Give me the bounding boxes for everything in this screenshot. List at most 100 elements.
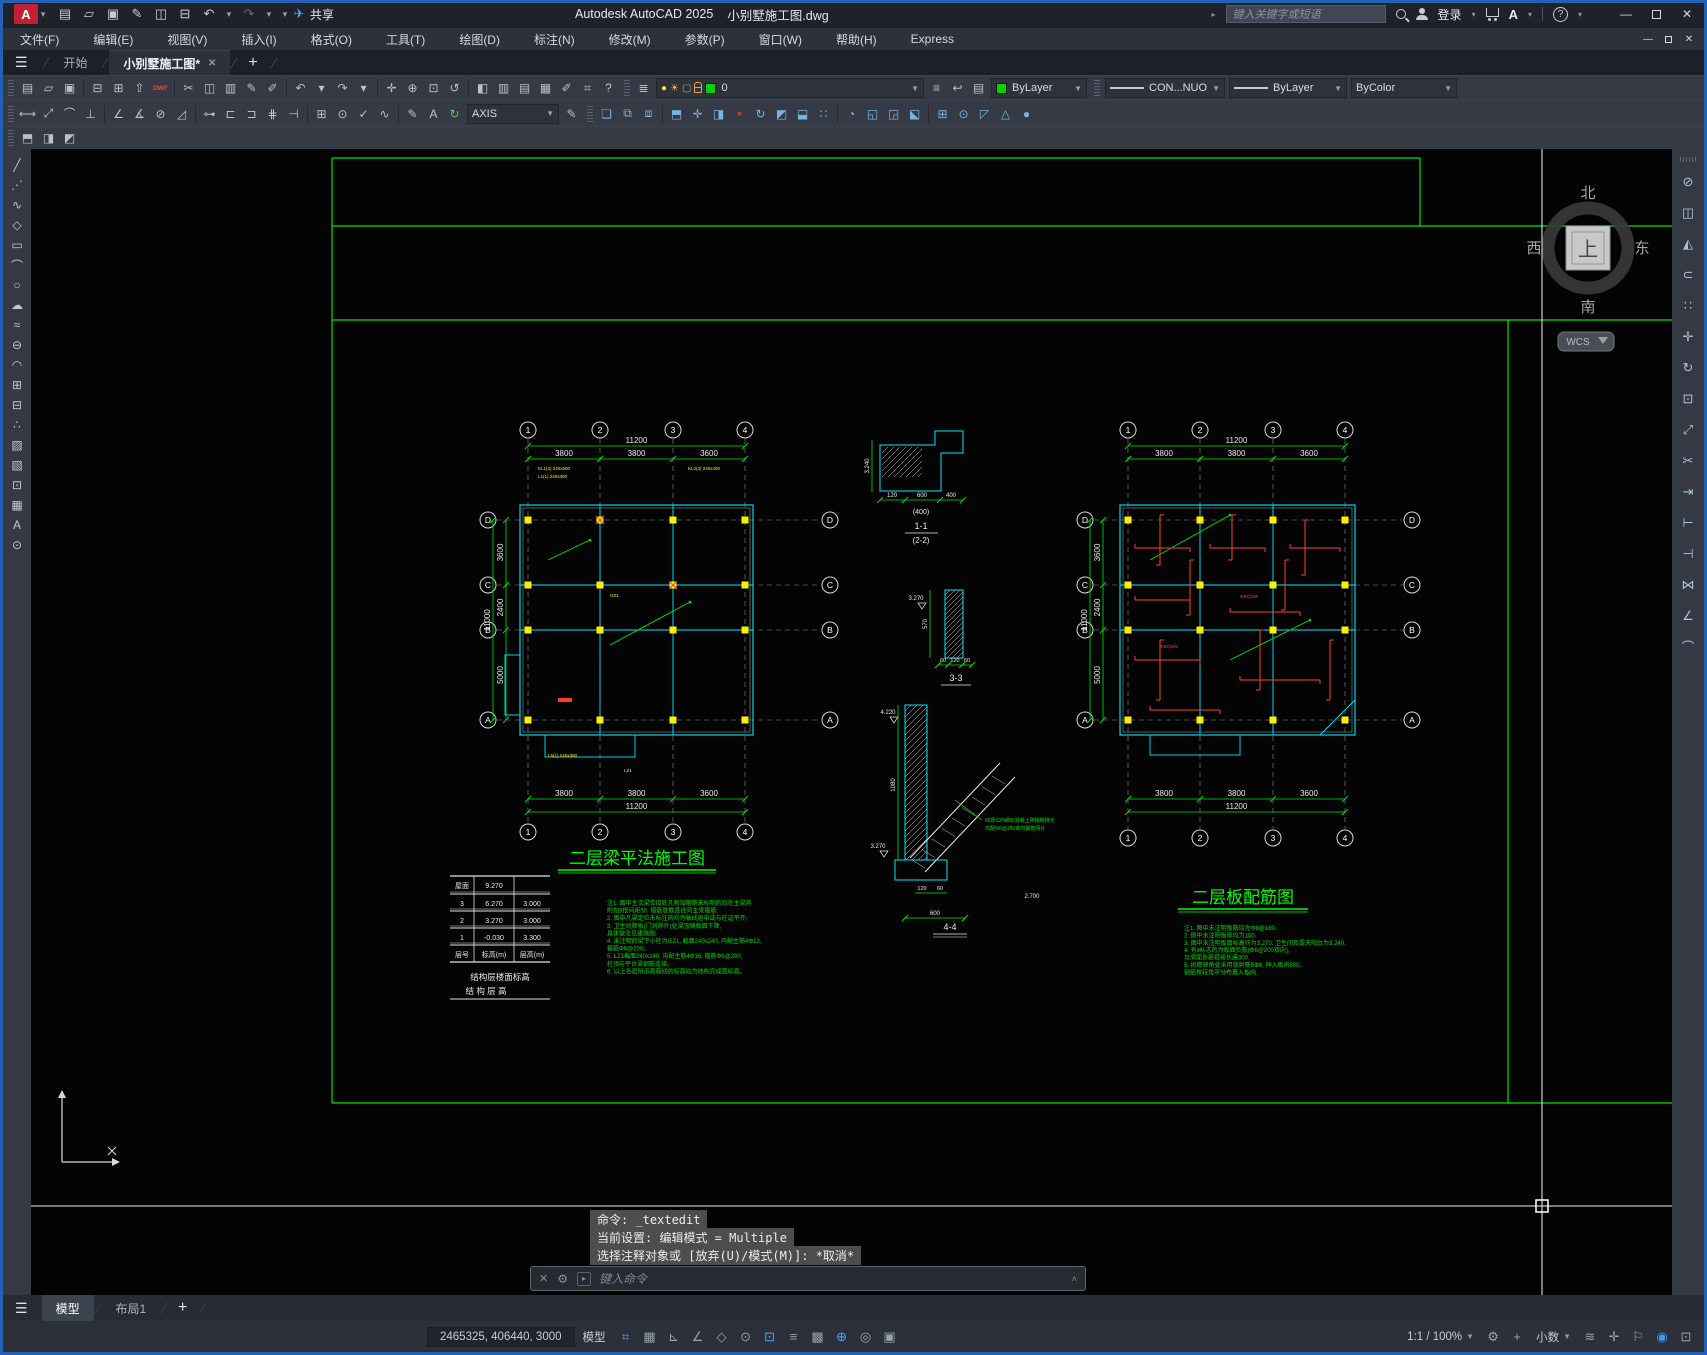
doc-minimize-button[interactable]: — [1641, 34, 1655, 45]
menu-item-5[interactable]: 格式(O) [294, 31, 369, 48]
units-button[interactable]: 小数 ▼ [1529, 1326, 1578, 1348]
toolbar-grip[interactable] [8, 105, 14, 122]
insert-block-icon[interactable]: ⊞ [6, 375, 28, 395]
search-expand-arrow-icon[interactable]: ▸ [1212, 10, 1216, 19]
new-layout-button[interactable]: + [178, 1299, 187, 1317]
qnew-icon[interactable]: ▤ [17, 78, 38, 98]
chevron-down-icon[interactable]: ▼ [911, 84, 919, 93]
menu-item-1[interactable]: 文件(F) [3, 31, 76, 48]
customize-qat-icon[interactable]: ▾ [280, 9, 290, 20]
quick-dimension-icon[interactable]: ⊶ [199, 104, 220, 124]
redo-icon[interactable]: ↷ [332, 78, 353, 98]
toolbar-grip[interactable] [8, 80, 14, 96]
make-block-icon[interactable]: ⊟ [6, 395, 28, 415]
extrude-icon[interactable]: ⬒ [666, 104, 687, 124]
menu-item-13[interactable]: Express [894, 32, 971, 46]
gizmo-icon[interactable]: ✛ [1602, 1326, 1626, 1348]
sweep-icon[interactable]: ◩ [771, 104, 792, 124]
menu-item-6[interactable]: 工具(T) [369, 31, 442, 48]
dimension-break-icon[interactable]: ⊣ [283, 104, 304, 124]
autodesk-arrow-icon[interactable]: ▾ [1528, 10, 1532, 19]
line-icon[interactable]: ╱ [6, 155, 28, 175]
plot-icon[interactable]: ⊟ [87, 78, 108, 98]
dwf-icon[interactable]: DWF [150, 78, 171, 98]
space-label[interactable]: 模型 [583, 1329, 606, 1345]
break-at-point-icon[interactable]: ⊢ [1677, 507, 1699, 538]
menu-item-11[interactable]: 窗口(W) [742, 31, 819, 48]
user-icon[interactable] [1415, 8, 1428, 20]
angular-3pt-icon[interactable]: ∡ [129, 104, 150, 124]
share-label[interactable]: 共享 [310, 6, 334, 23]
tab-layout1[interactable]: 布局1 [101, 1295, 160, 1321]
workspace-switching-icon[interactable]: ⚙ [1481, 1326, 1505, 1348]
new-tab-button[interactable]: + [248, 54, 257, 72]
redo-menu-icon[interactable]: ▾ [264, 9, 274, 20]
file-tab-menu-icon[interactable]: ☰ [15, 54, 28, 71]
annotation-scale-button[interactable]: 1:1 / 100% ▼ [1400, 1326, 1481, 1348]
annotation-add-button[interactable]: + [1505, 1326, 1529, 1348]
save-icon[interactable]: ▣ [104, 6, 122, 22]
cylinder-icon[interactable]: ⊙ [953, 104, 974, 124]
point-icon[interactable]: ∴ [6, 415, 28, 435]
redo-icon[interactable]: ↷ [240, 6, 258, 22]
linear-dimension-icon[interactable]: ⟷ [17, 104, 38, 124]
selection-cycling-toggle[interactable]: ◎ [854, 1326, 878, 1348]
rectangle-icon[interactable]: ▭ [6, 235, 28, 255]
move-icon[interactable]: ✛ [1677, 321, 1699, 352]
layer-on-icon[interactable]: ● [661, 83, 667, 94]
chevron-down-icon[interactable]: ▼ [1444, 84, 1452, 93]
color-dropdown[interactable]: ByLayer ▼ [991, 78, 1087, 98]
polar-tracking-toggle[interactable]: ∠ [686, 1326, 710, 1348]
region-icon[interactable]: ⊡ [6, 475, 28, 495]
command-close-icon[interactable]: ✕ [539, 1272, 548, 1285]
undo-menu-icon[interactable]: ▾ [224, 9, 234, 20]
shell-icon[interactable]: ◲ [883, 104, 904, 124]
angular-dimension-icon[interactable]: ∠ [108, 104, 129, 124]
chevron-down-icon[interactable]: ▼ [1074, 84, 1082, 93]
selection-filter-icon[interactable]: ≋ [1578, 1326, 1602, 1348]
make-object-layer-current-icon[interactable]: ≡ [926, 78, 947, 98]
union-icon[interactable]: ❏ [596, 104, 617, 124]
copy-icon[interactable]: ◫ [1677, 197, 1699, 228]
lineweight-dropdown[interactable]: ByLayer ▼ [1229, 78, 1347, 98]
transparency-toggle[interactable]: ▩ [806, 1326, 830, 1348]
rotate-icon[interactable]: ↻ [1677, 352, 1699, 383]
toolbar-grip[interactable] [587, 105, 593, 122]
save-to-mobile-icon[interactable]: ◫ [152, 6, 170, 22]
plot-style-dropdown[interactable]: ByColor ▼ [1351, 78, 1457, 98]
table-icon[interactable]: ▦ [6, 495, 28, 515]
menu-item-9[interactable]: 修改(M) [592, 31, 668, 48]
dimension-inspect-icon[interactable]: ✓ [353, 104, 374, 124]
annotation-monitor-icon[interactable]: ⚐ [1626, 1326, 1650, 1348]
dimension-style-dropdown[interactable]: AXIS ▼ [467, 103, 559, 124]
offset-icon[interactable]: ⊂ [1677, 259, 1699, 290]
extend-icon[interactable]: ⇥ [1677, 476, 1699, 507]
doc-restore-button[interactable] [1665, 35, 1672, 43]
ordinate-dimension-icon[interactable]: ⊥ [80, 104, 101, 124]
status-tray-icon[interactable]: ◉ [1650, 1326, 1674, 1348]
grid-toggle[interactable]: ⌗ [614, 1326, 638, 1348]
object-snap-toggle[interactable]: ⊡ [758, 1326, 782, 1348]
command-expand-icon[interactable]: ˄ [1072, 1274, 1077, 1284]
chevron-down-icon[interactable]: ▼ [1334, 84, 1342, 93]
publish-icon[interactable]: ⇧ [129, 78, 150, 98]
tab-document[interactable]: 小别墅施工图* ✕ [109, 50, 231, 75]
help-arrow-icon[interactable]: ▾ [1578, 10, 1582, 19]
menu-item-10[interactable]: 参数(P) [668, 31, 742, 48]
minimize-button[interactable]: — [1616, 7, 1636, 21]
save-as-icon[interactable]: ✎ [128, 6, 146, 22]
sphere-icon[interactable]: ● [1016, 104, 1037, 124]
chamfer-icon[interactable]: ∠ [1677, 600, 1699, 631]
zoom-previous-icon[interactable]: ↺ [444, 78, 465, 98]
menu-item-4[interactable]: 插入(I) [224, 31, 293, 48]
stretch-icon[interactable]: ⤢ [1677, 414, 1699, 445]
dynamic-ucs-toggle[interactable]: ▣ [878, 1326, 902, 1348]
toolbar-grip[interactable] [8, 130, 14, 146]
fillet-edge-icon[interactable]: ◔ [841, 104, 862, 124]
chevron-down-icon[interactable]: ▼ [1212, 84, 1220, 93]
toolbar-grip[interactable] [624, 80, 630, 96]
menu-item-3[interactable]: 视图(V) [150, 31, 224, 48]
hatch-icon[interactable]: ▨ [6, 435, 28, 455]
sheet-set-manager-icon[interactable]: ▦ [535, 78, 556, 98]
markup-import-icon[interactable]: ✐ [262, 78, 283, 98]
